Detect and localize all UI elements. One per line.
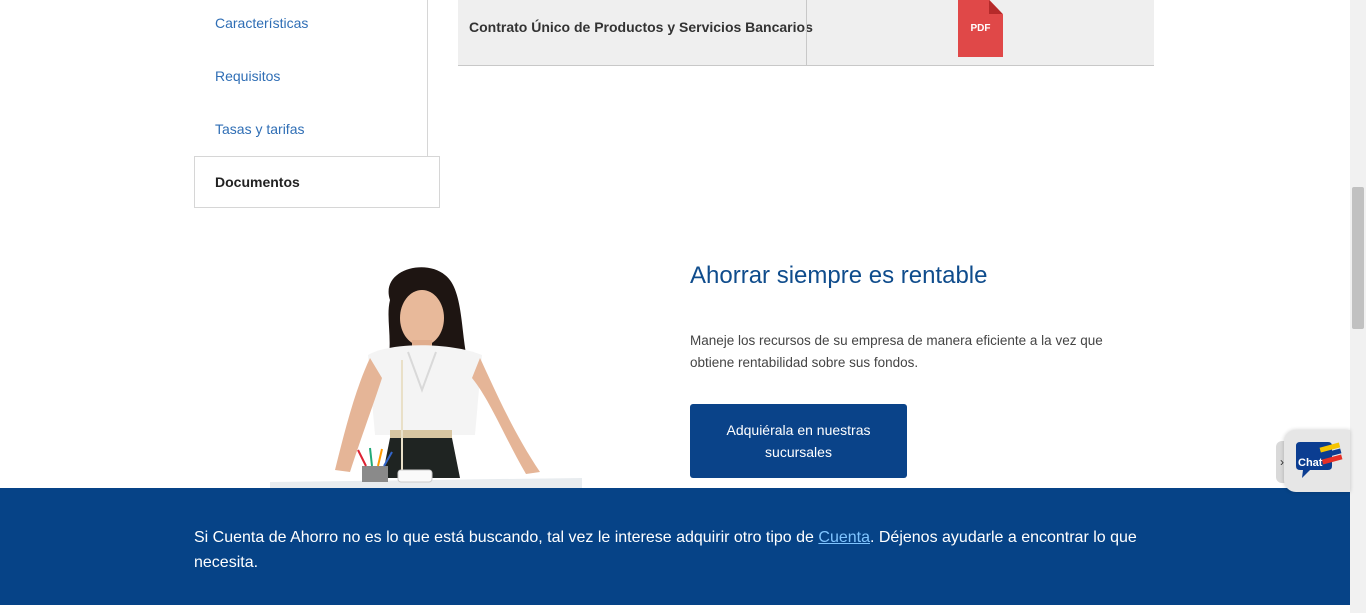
table-divider	[806, 0, 807, 65]
chat-widget-button[interactable]: Chat	[1284, 430, 1350, 492]
woman-at-desk-image	[270, 267, 582, 488]
banner-text: Si Cuenta de Ahorro no es lo que está bu…	[194, 525, 1154, 575]
pdf-icon-label: PDF	[970, 23, 991, 34]
sidebar-item-label: Documentos	[215, 174, 300, 190]
sidebar-item-caracteristicas[interactable]: Características	[215, 15, 308, 31]
sidebar-item-documentos[interactable]: Documentos	[194, 156, 440, 208]
chat-label: Chat	[1298, 457, 1323, 469]
document-name: Contrato Único de Productos y Servicios …	[469, 19, 813, 35]
pdf-fold	[989, 0, 1003, 14]
scrollbar-thumb[interactable]	[1352, 187, 1364, 329]
document-row: Contrato Único de Productos y Servicios …	[458, 0, 1154, 66]
sidebar-divider	[427, 0, 428, 156]
cuenta-link[interactable]: Cuenta	[818, 529, 870, 546]
promo-description: Maneje los recursos de su empresa de man…	[690, 333, 1103, 370]
banner-text-before: Si Cuenta de Ahorro no es lo que está bu…	[194, 529, 819, 546]
pdf-file-icon[interactable]: PDF	[958, 0, 1003, 57]
acquire-button-label: Adquiérala en nuestras sucursales	[726, 422, 871, 460]
acquire-at-branches-button[interactable]: Adquiérala en nuestras sucursales	[690, 404, 907, 478]
sidebar-item-tasas-y-tarifas[interactable]: Tasas y tarifas	[215, 121, 304, 137]
chat-icon: Chat	[1296, 442, 1343, 478]
other-accounts-banner: Si Cuenta de Ahorro no es lo que está bu…	[0, 488, 1350, 605]
sidebar-item-requisitos[interactable]: Requisitos	[215, 68, 280, 84]
promo-title: Ahorrar siempre es rentable	[690, 262, 988, 289]
